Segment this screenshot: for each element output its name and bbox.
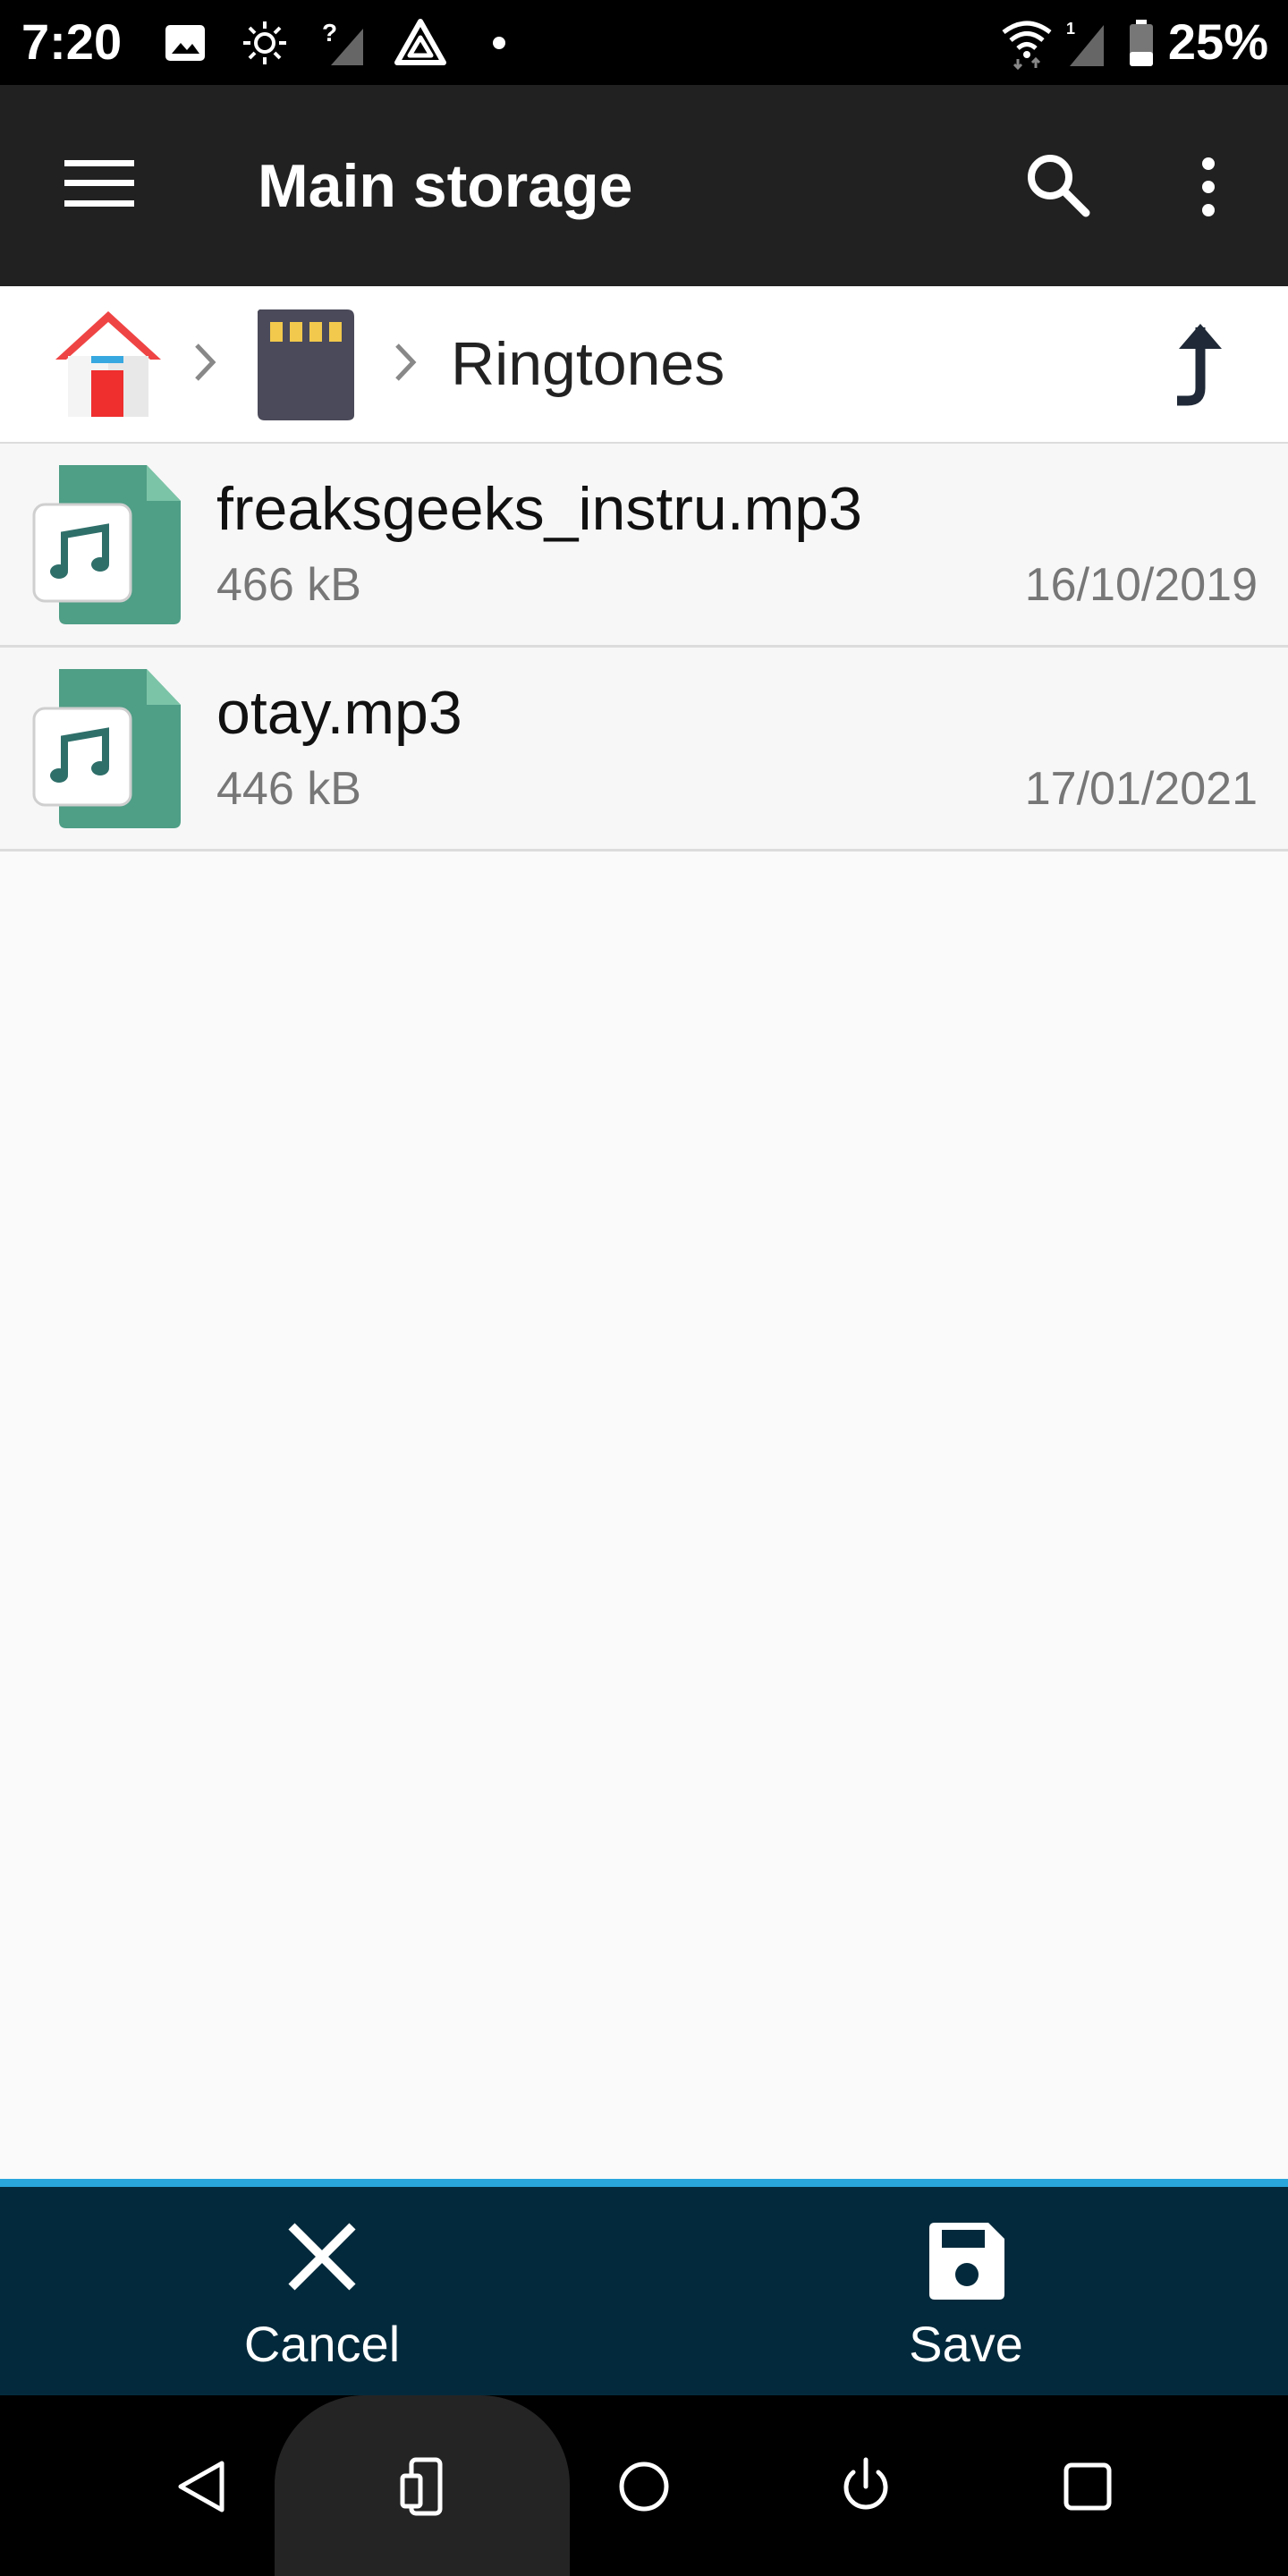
rotate-screen-icon[interactable] xyxy=(390,2451,462,2522)
file-row[interactable]: freaksgeeks_instru.mp3 466 kB 16/10/2019 xyxy=(0,444,1288,648)
file-list: freaksgeeks_instru.mp3 466 kB 16/10/2019… xyxy=(0,444,1288,852)
dot-icon xyxy=(493,37,505,49)
arrow-up-icon[interactable] xyxy=(1165,318,1236,408)
save-button[interactable]: Save xyxy=(644,2187,1288,2395)
signal-icon: 1 xyxy=(1066,20,1104,66)
wifi-icon xyxy=(1002,21,1052,70)
cancel-button[interactable]: Cancel xyxy=(0,2187,644,2395)
breadcrumb-current[interactable]: Ringtones xyxy=(451,329,724,399)
home-nav-icon[interactable] xyxy=(608,2451,680,2522)
file-size: 446 kB xyxy=(216,763,361,815)
audio-file-icon xyxy=(32,465,181,624)
chevron-right-icon xyxy=(395,343,417,381)
file-name: otay.mp3 xyxy=(216,679,462,747)
battery-percent: 25% xyxy=(1167,13,1268,70)
image-icon xyxy=(165,25,205,61)
breadcrumb: Ringtones xyxy=(0,286,1288,444)
recents-icon[interactable] xyxy=(1052,2451,1123,2522)
back-icon[interactable] xyxy=(166,2451,238,2522)
no-signal-icon: ? xyxy=(322,19,363,65)
battery-icon xyxy=(1130,20,1153,66)
app-bar: Main storage xyxy=(0,85,1288,286)
sd-card-icon[interactable] xyxy=(254,306,358,422)
action-bar: Cancel Save xyxy=(0,2187,1288,2395)
brightness-icon xyxy=(243,21,286,64)
home-icon[interactable] xyxy=(50,306,166,420)
action-bar-divider xyxy=(0,2179,1288,2187)
status-time: 7:20 xyxy=(21,13,123,70)
page-title: Main storage xyxy=(258,152,633,220)
svg-text:1: 1 xyxy=(1066,20,1075,38)
app-triangle-icon xyxy=(394,19,446,65)
status-bar: 7:20 ? 1 25% xyxy=(0,0,1288,85)
audio-file-icon xyxy=(32,669,181,828)
cancel-label: Cancel xyxy=(243,2316,401,2372)
menu-icon[interactable] xyxy=(64,157,134,210)
save-label: Save xyxy=(909,2316,1023,2372)
file-date: 16/10/2019 xyxy=(1024,559,1258,611)
chevron-right-icon xyxy=(195,343,216,381)
close-icon xyxy=(288,2223,356,2291)
file-name: freaksgeeks_instru.mp3 xyxy=(216,475,862,543)
file-date: 17/01/2021 xyxy=(1024,763,1258,815)
svg-text:?: ? xyxy=(322,19,337,47)
file-size: 466 kB xyxy=(216,559,361,611)
nav-bar xyxy=(0,2395,1288,2576)
file-row[interactable]: otay.mp3 446 kB 17/01/2021 xyxy=(0,648,1288,852)
save-icon xyxy=(929,2223,1004,2300)
more-vert-icon[interactable] xyxy=(1193,157,1224,219)
search-icon[interactable] xyxy=(1025,152,1091,218)
power-icon[interactable] xyxy=(830,2451,902,2522)
